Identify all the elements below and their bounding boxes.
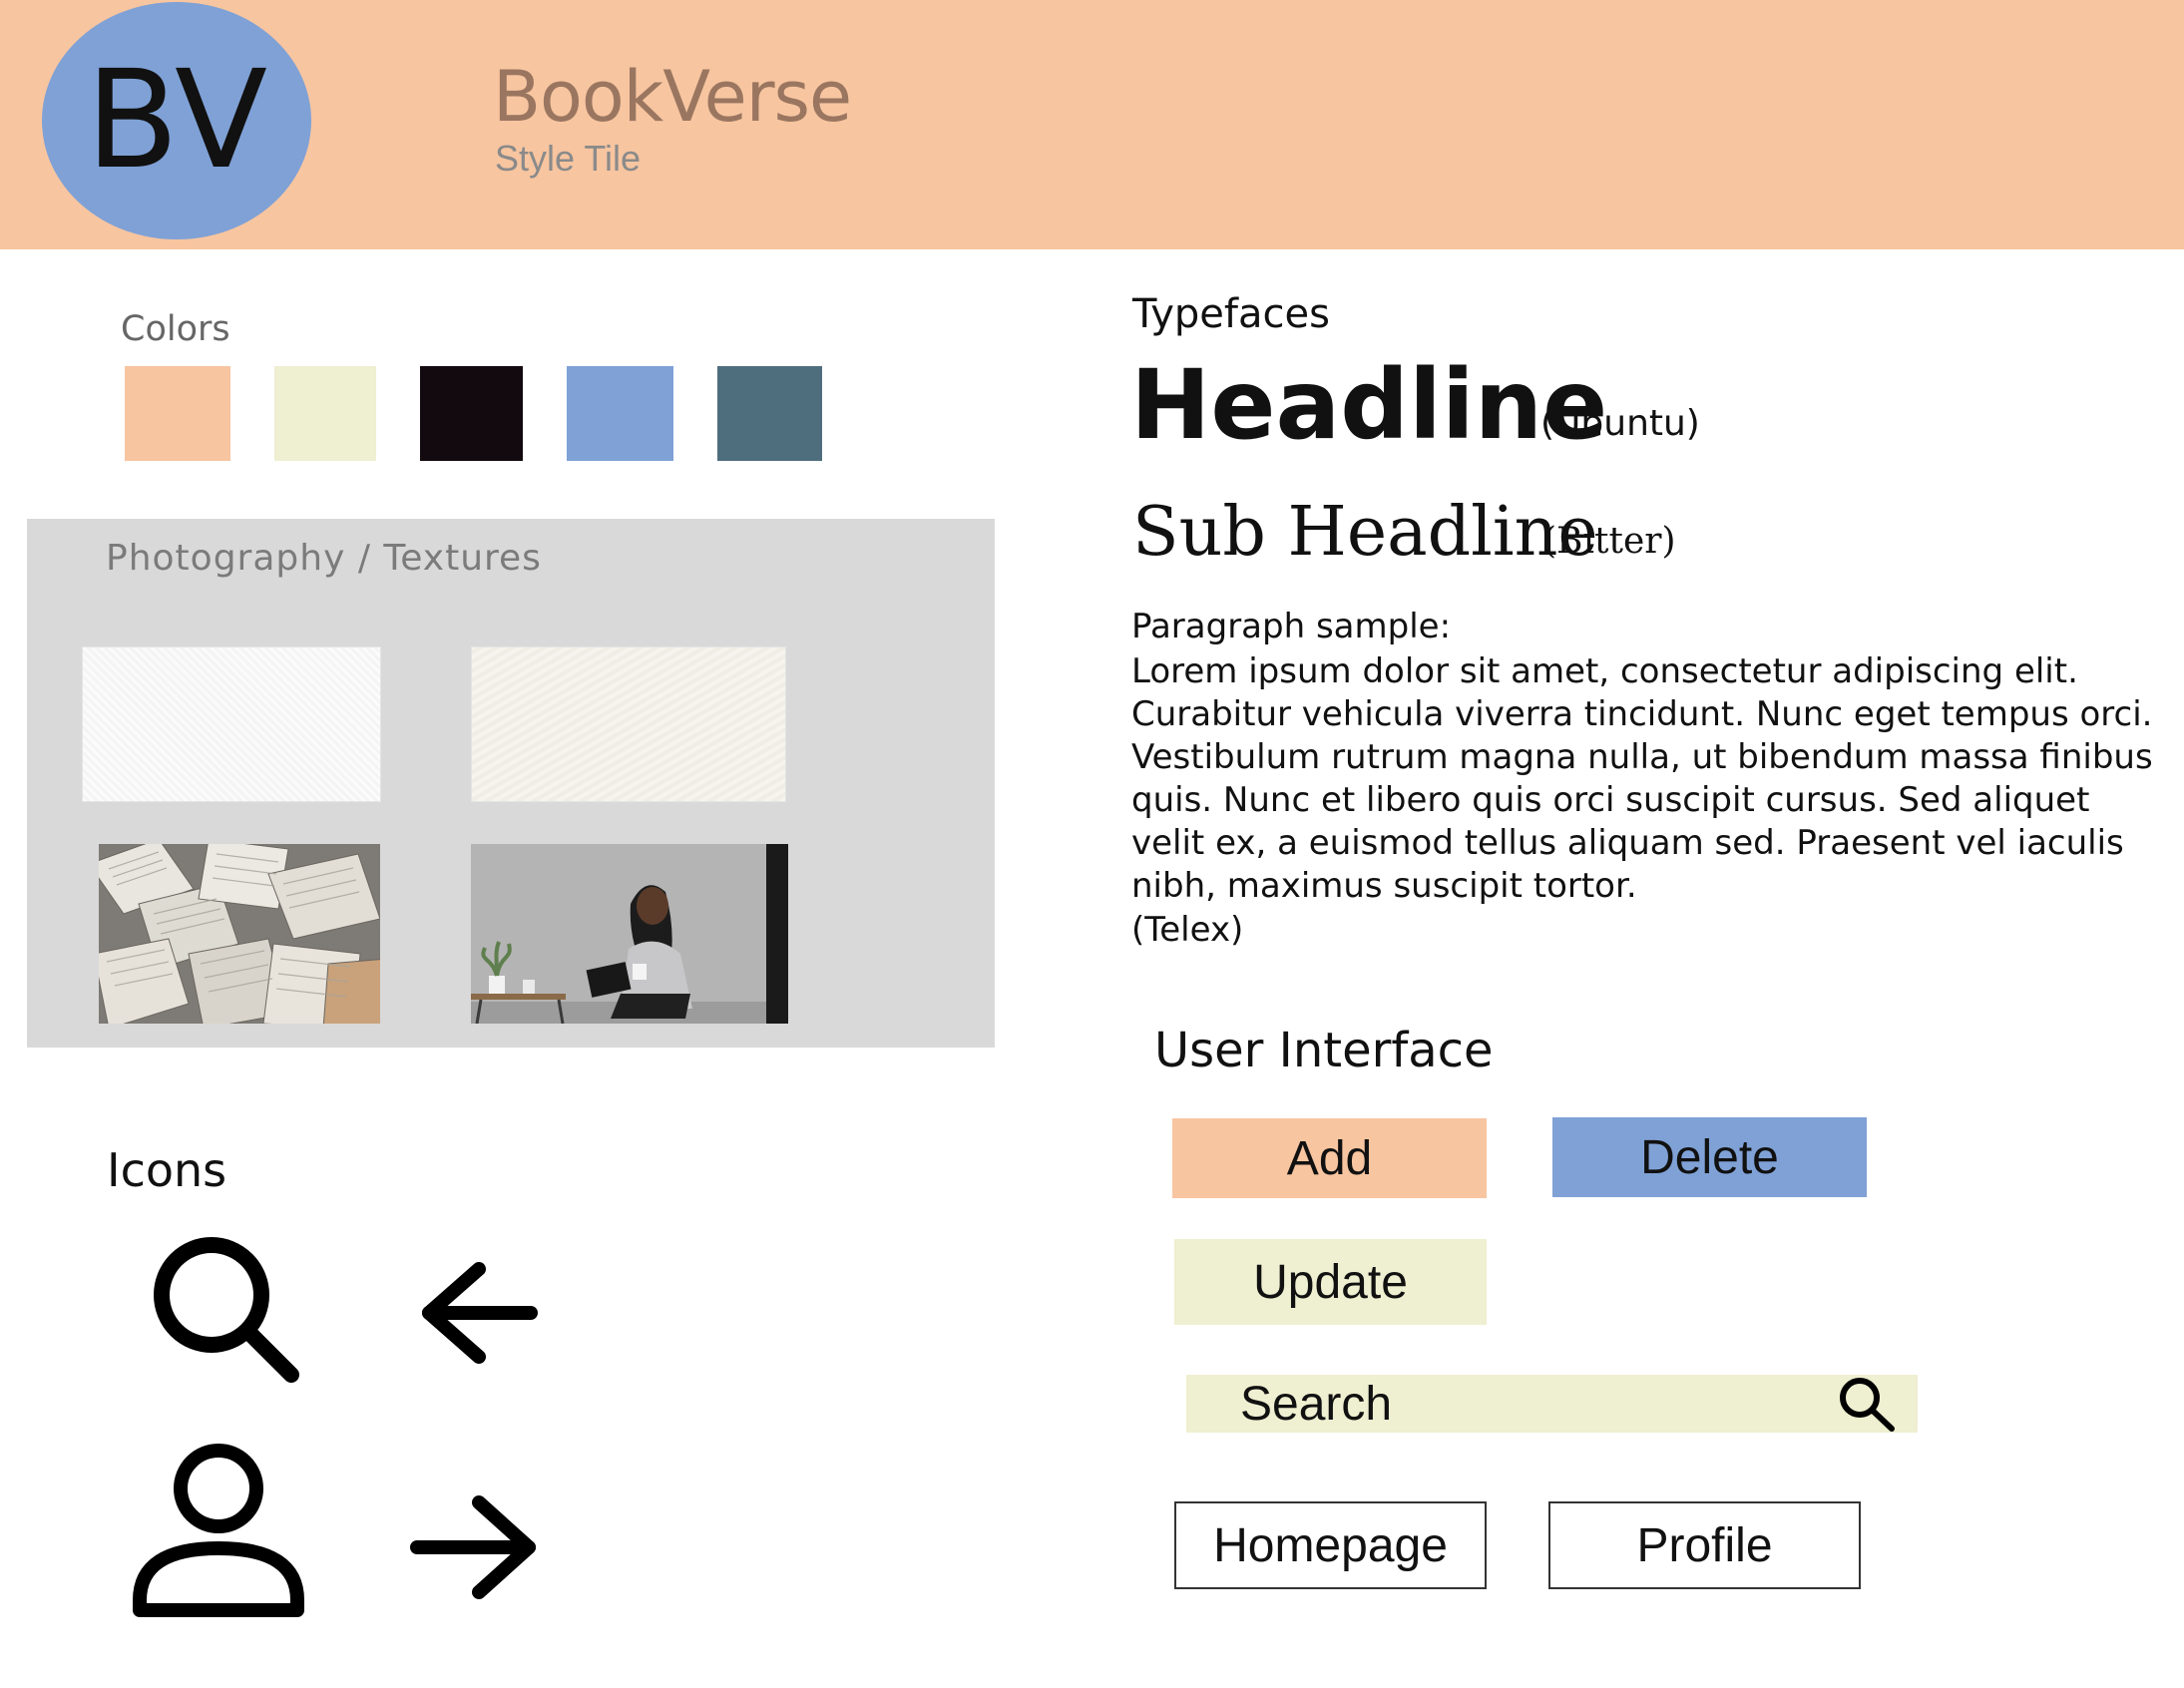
add-button[interactable]: Add: [1172, 1118, 1487, 1198]
profile-button[interactable]: Profile: [1548, 1501, 1861, 1589]
delete-button[interactable]: Delete: [1552, 1117, 1867, 1197]
color-swatch-peach: [125, 366, 230, 461]
logo: BV: [42, 2, 311, 239]
user-icon: [133, 1444, 304, 1617]
paragraph-font-name: (Telex): [1131, 910, 1244, 950]
subheadline-font-name: (Bitter): [1542, 521, 1676, 562]
subheadline-sample: Sub Headline: [1132, 493, 1598, 572]
photo-woman-reading: [471, 844, 788, 1024]
homepage-button[interactable]: Homepage: [1174, 1501, 1487, 1589]
paragraph-label: Paragraph sample:: [1131, 607, 1452, 646]
photography-heading: Photography / Textures: [106, 538, 542, 579]
headline-sample: Headline: [1130, 349, 1608, 461]
texture-paper-white: [82, 646, 381, 802]
brand-subtitle: Style Tile: [495, 138, 642, 179]
texture-paper-cream: [471, 646, 786, 802]
search-icon[interactable]: [1834, 1374, 1900, 1434]
arrow-right-icon: [410, 1495, 536, 1599]
header-bar: [0, 0, 2184, 249]
colors-heading: Colors: [121, 309, 230, 349]
color-swatch-black: [420, 366, 523, 461]
paragraph-sample: Lorem ipsum dolor sit amet, consectetur …: [1131, 651, 2153, 906]
typefaces-heading: Typefaces: [1132, 291, 1330, 337]
update-button[interactable]: Update: [1174, 1239, 1487, 1325]
search-icon: [154, 1237, 299, 1383]
arrow-left-icon: [422, 1262, 538, 1364]
brand-title: BookVerse: [493, 56, 852, 138]
logo-text: BV: [85, 42, 268, 200]
headline-font-name: (Ubuntu): [1540, 403, 1700, 444]
color-swatch-blue: [567, 366, 673, 461]
color-swatch-cream: [274, 366, 376, 461]
search-placeholder: Search: [1240, 1377, 1393, 1431]
user-interface-heading: User Interface: [1154, 1023, 1494, 1078]
photo-open-books: [99, 844, 380, 1024]
icons-heading: Icons: [107, 1143, 227, 1197]
color-swatch-slate: [717, 366, 822, 461]
